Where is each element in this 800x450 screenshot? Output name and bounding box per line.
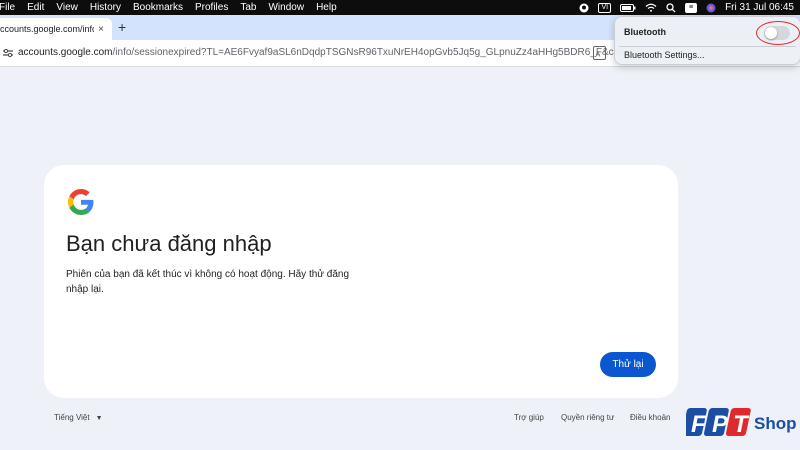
url-text[interactable]: accounts.google.com/info/sessionexpired?… [18, 47, 650, 58]
svg-text:A: A [596, 50, 601, 58]
bluetooth-settings-item[interactable]: Bluetooth Settings... [624, 50, 705, 60]
retry-button[interactable]: Thử lại [600, 352, 656, 377]
wifi-icon[interactable] [645, 3, 657, 12]
clock[interactable]: Fri 31 Jul 06:45 [725, 2, 794, 13]
menu-window[interactable]: Window [262, 0, 310, 15]
macos-menu-bar: File Edit View History Bookmarks Profile… [0, 0, 800, 15]
footer-help-link[interactable]: Trợ giúp [514, 413, 544, 422]
tab-title: ccounts.google.com/info/se [0, 24, 94, 34]
site-settings-icon[interactable] [2, 48, 14, 61]
svg-text:Shop: Shop [754, 414, 796, 433]
siri-icon[interactable] [706, 3, 716, 13]
menu-profiles[interactable]: Profiles [189, 0, 234, 15]
chevron-down-icon: ▼ [95, 415, 103, 422]
tab-active[interactable]: ccounts.google.com/info/se × [0, 18, 112, 40]
menu-help[interactable]: Help [310, 0, 343, 15]
language-label: Tiếng Việt [54, 413, 90, 422]
new-tab-button[interactable]: + [118, 19, 126, 35]
battery-icon[interactable] [620, 3, 636, 12]
menu-file[interactable]: File [0, 0, 21, 15]
language-selector[interactable]: Tiếng Việt ▼ [54, 413, 103, 422]
menu-history[interactable]: History [84, 0, 127, 15]
app-menus: File Edit View History Bookmarks Profile… [0, 0, 343, 15]
github-icon[interactable] [579, 3, 589, 13]
svg-text:T: T [733, 411, 750, 438]
fpt-shop-logo: F P T Shop [686, 408, 796, 438]
menu-tab[interactable]: Tab [234, 0, 262, 15]
menu-edit[interactable]: Edit [21, 0, 50, 15]
close-icon[interactable]: × [98, 24, 104, 35]
footer-privacy-link[interactable]: Quyền riêng tư [561, 413, 614, 422]
google-logo-icon [68, 189, 94, 215]
menu-divider [619, 46, 796, 47]
session-expired-card: Bạn chưa đăng nhập Phiên của bạn đã kết … [44, 165, 678, 398]
bluetooth-menu: Bluetooth Bluetooth Settings... [614, 16, 800, 65]
url-path: /info/sessionexpired?TL=AE6Fvyaf9aSL6nDq… [112, 47, 651, 58]
control-center-icon[interactable]: ≡ [685, 2, 698, 13]
status-area: VI ≡ Fri 31 Jul 06:45 [579, 0, 794, 15]
menu-bookmarks[interactable]: Bookmarks [127, 0, 189, 15]
search-icon[interactable] [666, 2, 676, 13]
page-description: Phiên của bạn đã kết thúc vì không có ho… [66, 269, 350, 295]
url-host: accounts.google.com [18, 47, 113, 58]
page-title: Bạn chưa đăng nhập [66, 231, 272, 256]
footer-terms-link[interactable]: Điều khoản [630, 413, 670, 422]
input-source-indicator[interactable]: VI [598, 2, 612, 13]
menu-view[interactable]: View [50, 0, 84, 15]
translate-icon[interactable]: A [593, 46, 606, 60]
highlight-circle [756, 21, 800, 45]
bluetooth-title: Bluetooth [624, 27, 666, 37]
